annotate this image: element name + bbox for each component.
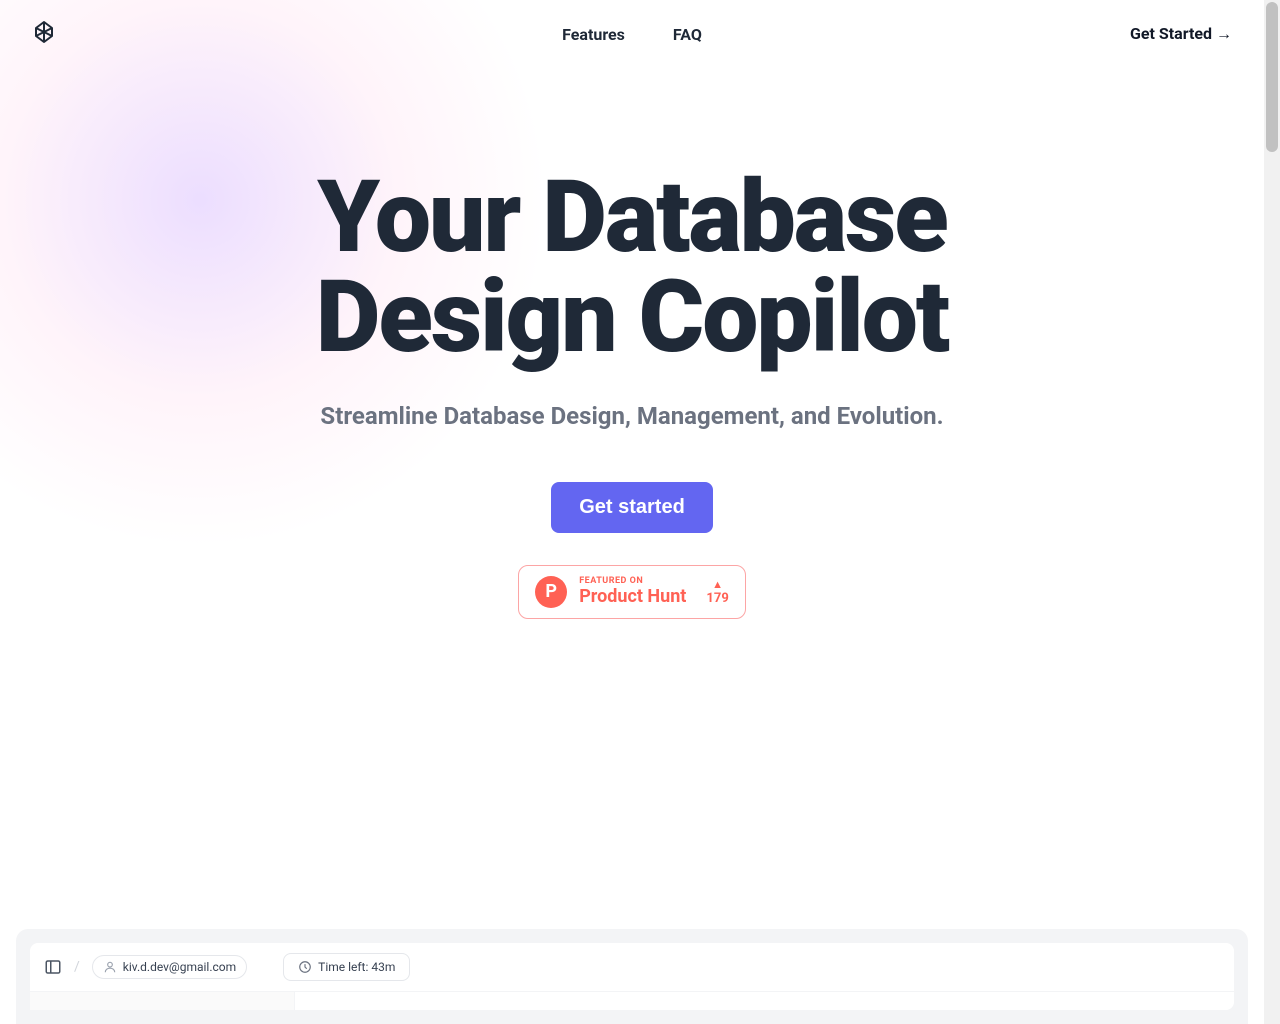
nav-center-links: Features FAQ [562,25,702,44]
upvote-arrow-icon: ▲ [712,578,723,591]
product-hunt-featured-label: FEATURED ON [579,576,686,586]
logo-icon [32,20,56,44]
product-hunt-vote-count: 179 [706,591,728,606]
breadcrumb-separator: / [74,959,80,975]
hero-subtitle: Streamline Database Design, Management, … [320,400,943,434]
top-nav: Features FAQ Get Started → [0,0,1264,68]
product-hunt-text: FEATURED ON Product Hunt [579,576,686,607]
hero-title: Your Database Design Copilot [182,168,1082,368]
nav-faq[interactable]: FAQ [673,25,702,44]
time-left-chip: Time left: 43m [283,953,410,981]
scrollbar-thumb[interactable] [1266,2,1278,152]
nav-features[interactable]: Features [562,25,625,44]
preview-topbar: / kiv.d.dev@gmail.com Time left: 43m [30,943,1234,992]
preview-body [30,992,1234,1010]
sidebar-toggle-icon [44,958,62,976]
preview-sidebar [30,992,295,1010]
product-hunt-logo-icon: P [535,576,567,608]
time-left-label: Time left: 43m [318,960,395,974]
logo[interactable] [32,20,56,48]
product-hunt-votes: ▲ 179 [706,578,728,606]
user-icon [103,960,117,974]
user-chip: kiv.d.dev@gmail.com [92,955,247,979]
app-screenshot-preview: / kiv.d.dev@gmail.com Time left: 43m [16,929,1248,1024]
scrollbar-track[interactable] [1264,0,1280,1024]
user-email: kiv.d.dev@gmail.com [123,960,236,974]
product-hunt-badge[interactable]: P FEATURED ON Product Hunt ▲ 179 [518,565,746,619]
hero-section: Your Database Design Copilot Streamline … [0,68,1264,619]
product-hunt-name: Product Hunt [579,586,686,607]
clock-icon [298,960,312,974]
nav-get-started[interactable]: Get Started → [1130,24,1232,44]
preview-window: / kiv.d.dev@gmail.com Time left: 43m [30,943,1234,1010]
get-started-button[interactable]: Get started [551,482,713,533]
